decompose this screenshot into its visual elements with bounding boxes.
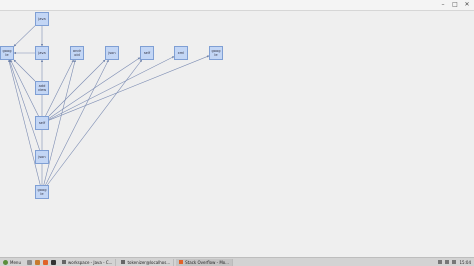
show-desktop-icon[interactable] [26, 259, 32, 265]
volume-icon[interactable] [445, 260, 450, 264]
mint-menu-icon [3, 259, 8, 265]
start-menu-button[interactable]: Menu [0, 259, 24, 265]
graph-edge [48, 59, 106, 117]
taskbar-task[interactable]: tokenizer@localhos... [118, 258, 175, 266]
quick-launchers [24, 259, 59, 265]
minimize-button[interactable]: – [440, 1, 446, 9]
node-self-mid[interactable]: self [35, 116, 49, 130]
graph-edge [45, 59, 74, 117]
graph-edge [13, 59, 36, 82]
network-icon[interactable] [438, 260, 443, 264]
node-java-mid[interactable]: java [35, 46, 49, 60]
files-icon[interactable] [34, 259, 40, 265]
node-json-top[interactable]: json [105, 46, 119, 60]
task-label: tokenizer@localhos... [127, 259, 171, 265]
node-android[interactable]: andr oid [70, 46, 84, 60]
taskbar-task[interactable]: Stack Overflow - Mo... [176, 258, 233, 266]
clock[interactable]: 15:04 [459, 260, 471, 265]
system-tray: 15:04 [438, 260, 474, 265]
graph-edge [48, 56, 175, 120]
node-json-low[interactable]: json [35, 150, 49, 164]
node-xml[interactable]: xml [174, 46, 188, 60]
menu-label: Menu [10, 259, 21, 265]
node-google-bottom[interactable]: goog le [35, 185, 49, 199]
taskbar-task[interactable]: workspace - Java - C... [59, 258, 117, 266]
graph-canvas: java goog le java andr oid json self xml… [0, 11, 474, 257]
node-self-top[interactable]: self [140, 46, 154, 60]
terminal-icon [121, 260, 126, 264]
application-window: – □ ✕ java goog le java andr oid json se… [0, 0, 474, 257]
task-label: workspace - Java - C... [67, 259, 113, 265]
terminal-icon[interactable] [50, 259, 56, 265]
taskbar: Menu workspace - Java - C... tokenizer@l… [0, 257, 474, 266]
title-bar: – □ ✕ [0, 0, 474, 11]
battery-icon[interactable] [452, 260, 457, 264]
close-button[interactable]: ✕ [464, 1, 470, 9]
graph-edge [47, 59, 142, 186]
maximize-button[interactable]: □ [452, 1, 458, 9]
graph-edge [13, 25, 36, 47]
node-addview[interactable]: add view [35, 81, 49, 95]
graph-edge [48, 55, 210, 121]
firefox-icon[interactable] [42, 259, 48, 265]
window-controls: – □ ✕ [440, 1, 470, 9]
task-label: Stack Overflow - Mo... [185, 259, 229, 265]
graph-edge [45, 59, 109, 186]
node-java-top[interactable]: java [35, 12, 49, 26]
node-google-right[interactable]: goog le [209, 46, 223, 60]
eclipse-icon [61, 260, 66, 264]
graph-edge [8, 59, 40, 151]
node-google-left[interactable]: goog le [0, 46, 14, 60]
firefox-icon [179, 260, 184, 264]
